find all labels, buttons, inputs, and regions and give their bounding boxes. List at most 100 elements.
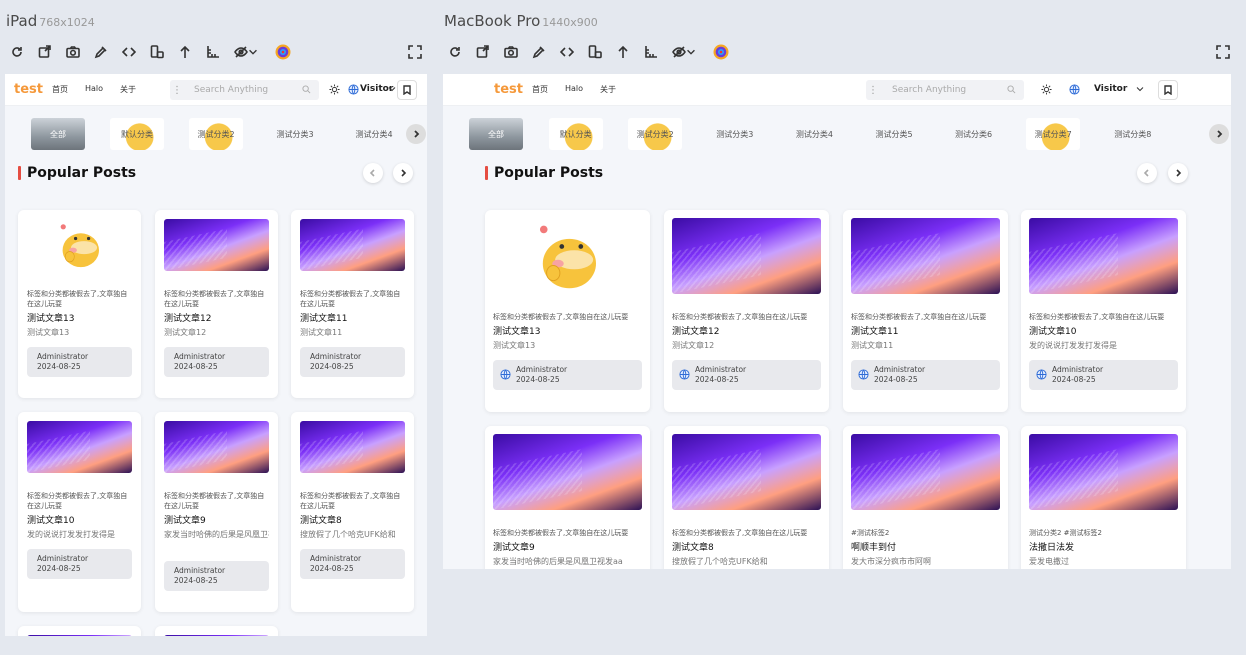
category-chip[interactable]: 测试分类5 [867,118,921,150]
chevron-down-icon[interactable] [247,42,259,62]
nav-item-home[interactable]: 首页 [52,84,68,95]
next-page-button[interactable] [393,163,413,183]
category-chip[interactable]: 测试分类6 [946,118,1001,150]
category-chip[interactable]: 测试分类3 [707,118,762,150]
post-thumbnail[interactable] [164,635,269,636]
post-tags[interactable]: 标签和分类都被假去了,文章独自在这儿玩耍 [27,491,132,511]
nav-item-halo[interactable]: Halo [85,84,103,93]
post-author-box[interactable]: Administrator 2024-08-25 [164,347,269,377]
post-title[interactable]: 测试文章10 [1029,324,1076,337]
bookmark-button[interactable] [1158,80,1178,100]
post-title[interactable]: 测试文章12 [672,324,719,337]
next-page-button[interactable] [1168,163,1188,183]
post-thumbnail[interactable] [851,434,1000,510]
nav-item-about[interactable]: 关于 [120,84,136,95]
post-title[interactable]: 测试文章10 [27,513,74,526]
post-thumbnail[interactable] [164,421,269,473]
post-card[interactable]: 标签和分类都被假去了,文章独自在这儿玩耍 测试文章8 搜放假了几个哈克UFK给和 [664,426,829,569]
theme-sun-icon[interactable] [1041,84,1052,95]
category-chip[interactable]: 测试分类4 [787,118,842,150]
post-author-box[interactable]: Administrator 2024-08-25 [300,549,405,579]
post-card[interactable]: 标签和分类都被假去了,文章独自在这儿玩耍 测试文章11 测试文章11 Administ… [291,210,414,398]
post-thumbnail[interactable] [300,421,405,473]
chevron-down-icon[interactable] [1136,85,1144,93]
post-author-box[interactable]: Administrator 2024-08-25 [1029,360,1178,390]
post-thumbnail[interactable] [851,218,1000,294]
category-chip[interactable]: 测试分类2 [189,118,243,150]
post-title[interactable]: 测试文章8 [300,513,342,526]
post-card[interactable] [155,626,278,636]
code-icon[interactable] [553,42,581,62]
category-chip[interactable]: 测试分类4 [347,118,401,150]
eyedropper-icon[interactable] [525,42,553,62]
post-thumbnail[interactable] [300,219,405,271]
post-card[interactable]: 标签和分类都被假去了,文章独自在这儿玩耍 测试文章10 发的说说打发发打发得是 Adm… [1021,210,1186,412]
post-title[interactable]: 测试文章9 [164,513,206,526]
ipad-fullscreen-icon[interactable] [408,44,422,63]
site-logo[interactable]: test [14,82,43,97]
post-tags[interactable]: #测试标签2 [851,528,1000,538]
arrow-up-icon[interactable] [609,42,637,62]
post-author-box[interactable]: Administrator 2024-08-25 [672,360,821,390]
post-author-box[interactable]: Administrator 2024-08-25 [493,360,642,390]
chevron-down-icon[interactable] [388,85,396,93]
category-next-button[interactable] [406,124,426,144]
camera-icon[interactable] [497,42,525,62]
post-card[interactable]: 标签和分类都被假去了,文章独自在这儿玩耍测试文章9 家发当时哈佛的后果是风凰卫视发… [485,426,650,569]
search-input[interactable]: ⋮ Search Anything [866,80,1024,100]
post-thumbnail[interactable] [164,219,269,271]
post-title[interactable]: 测试文章12 [164,311,211,324]
post-author-box[interactable]: Administrator 2024-08-25 [27,549,132,579]
category-chip[interactable]: 全部 [469,118,523,150]
avatar-globe-icon[interactable] [1069,84,1080,95]
site-logo[interactable]: test [494,82,523,97]
category-chip[interactable]: 测试分类7 [1026,118,1081,150]
screenshot-edit-icon[interactable] [469,42,497,62]
category-chip[interactable]: 测试分类8 [1105,118,1160,150]
post-card[interactable]: 标签和分类都被假去了,文章独自在这儿玩耍 测试文章11 测试文章11 Administ… [843,210,1008,412]
post-card[interactable]: 标签和分类都被假去了,文章独自在这儿玩耍 测试文章13 测试文章13 Administ… [18,210,141,398]
post-thumbnail[interactable] [493,434,642,510]
device-rotate-icon[interactable] [581,42,609,62]
chevron-down-icon[interactable] [685,42,697,62]
post-thumbnail[interactable] [27,635,132,636]
bookmark-button[interactable] [397,80,417,100]
post-title[interactable]: 测试文章13 [493,324,540,337]
post-tags[interactable]: 标签和分类都被假去了,文章独自在这儿玩耍 [27,289,132,309]
post-tags[interactable]: 标签和分类都被假去了,文章独自在这儿玩耍 [164,289,269,309]
nav-item-about[interactable]: 关于 [600,84,616,95]
post-title[interactable]: 啊顺丰到付 [851,540,896,553]
post-tags[interactable]: 标签和分类都被假去了,文章独自在这儿玩耍 [493,528,642,538]
camera-icon[interactable] [59,42,87,62]
post-card[interactable]: #测试标签2 啊顺丰到付 发大市深分疯市市阿啊 [843,426,1008,569]
ruler-icon[interactable] [637,42,665,62]
post-author-box[interactable]: Administrator 2024-08-25 [27,347,132,377]
ruler-icon[interactable] [199,42,227,62]
post-card[interactable] [18,626,141,636]
eyedropper-icon[interactable] [87,42,115,62]
category-chip[interactable]: 测试分类3 [268,118,322,150]
post-tags[interactable]: 标签和分类都被假去了,文章独自在这儿玩耍 [300,289,405,309]
category-chip[interactable]: 默认分类 [548,118,603,150]
arrow-up-icon[interactable] [171,42,199,62]
category-chip[interactable]: 测试分类5 [426,118,427,150]
post-title[interactable]: 测试文章11 [300,311,347,324]
post-tags[interactable]: 标签和分类都被假去了,文章独自在这儿玩耍 [672,312,821,322]
post-tags[interactable]: 标签和分类都被假去了,文章独自在这儿玩耍 [851,312,1000,322]
theme-sun-icon[interactable] [329,84,340,95]
category-chip[interactable]: 默认分类 [110,118,164,150]
category-next-button[interactable] [1209,124,1229,144]
post-title[interactable]: 法撒日法发 [1029,540,1074,553]
post-thumbnail[interactable] [672,434,821,510]
post-card[interactable]: 标签和分类都被假去了,文章独自在这儿玩耍测试文章9 家发当时哈佛的后果是风凰卫视发… [155,412,278,612]
post-card[interactable]: 标签和分类都被假去了,文章独自在这儿玩耍 测试文章8 搜放假了几个哈克UFK给和 Ad… [291,412,414,612]
post-thumbnail[interactable] [672,218,821,294]
post-tags[interactable]: 标签和分类都被假去了,文章独自在这儿玩耍 [164,491,269,511]
post-tags[interactable]: 标签和分类都被假去了,文章独自在这儿玩耍 [493,312,642,322]
post-thumbnail[interactable] [493,218,642,294]
post-thumbnail[interactable] [27,219,132,271]
avatar-globe-icon[interactable] [348,84,359,95]
color-wheel-icon[interactable] [269,42,297,62]
post-card[interactable]: 标签和分类都被假去了,文章独自在这儿玩耍 测试文章10 发的说说打发发打发得是 Adm… [18,412,141,612]
post-author-box[interactable]: Administrator 2024-08-25 [300,347,405,377]
